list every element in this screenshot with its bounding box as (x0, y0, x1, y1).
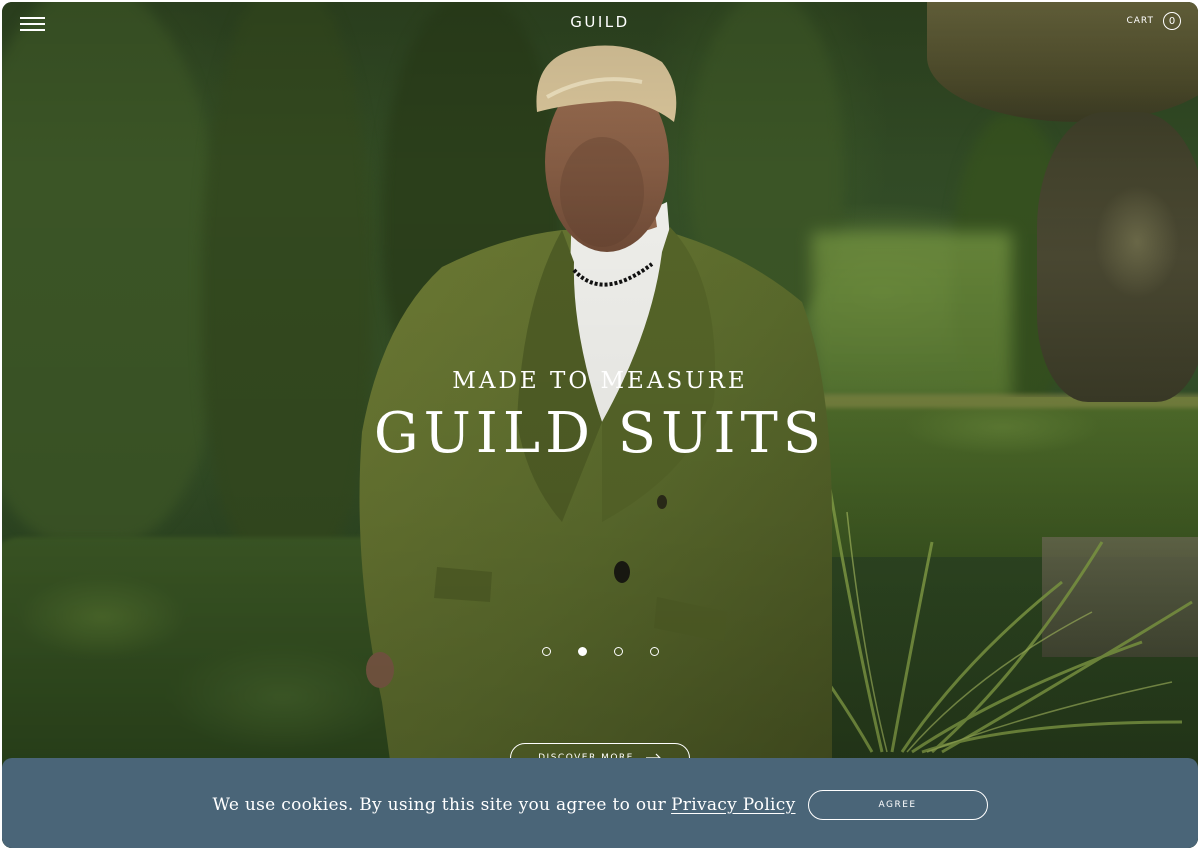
slider-dot-2[interactable] (577, 647, 587, 656)
privacy-policy-link[interactable]: Privacy Policy (671, 795, 795, 815)
site-logo[interactable]: GUILD (2, 13, 1198, 31)
hero-subtitle: MADE TO MEASURE (452, 368, 748, 394)
cart-button[interactable]: CART 0 (1126, 12, 1181, 30)
cart-label: CART (1126, 16, 1154, 26)
cart-count-badge: 0 (1163, 12, 1181, 30)
agree-button[interactable]: AGREE (807, 790, 988, 820)
cookie-message: We use cookies. By using this site you a… (212, 795, 795, 815)
hero-title: GUILD SUITS (373, 401, 827, 466)
slider-pagination (2, 647, 1198, 656)
slider-dot-4[interactable] (649, 647, 659, 656)
cookie-text: We use cookies. By using this site you a… (212, 795, 667, 815)
page-frame: GUILD CART 0 MADE TO MEASURE GUILD SUITS… (2, 2, 1198, 848)
slider-dot-1[interactable] (541, 647, 551, 656)
cookie-banner: We use cookies. By using this site you a… (2, 758, 1198, 848)
slider-dot-3[interactable] (613, 647, 623, 656)
